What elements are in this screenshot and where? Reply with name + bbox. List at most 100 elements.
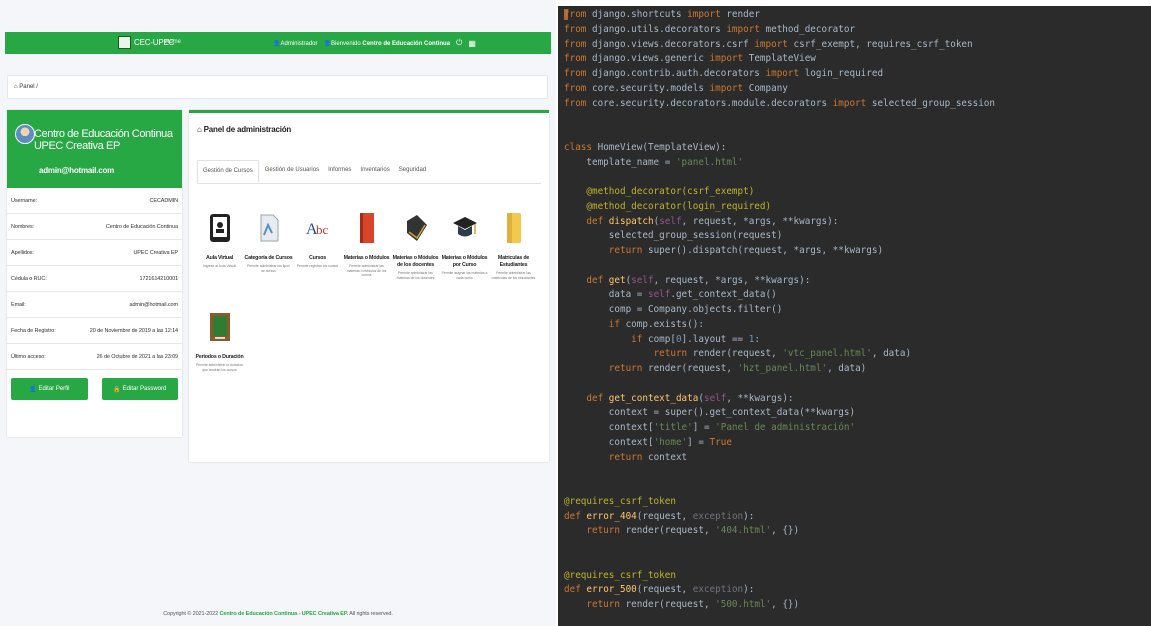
code-line[interactable]: def get(self, request, *args, **kwargs): — [564, 275, 810, 286]
code-line[interactable]: from core.security.decorators.module.dec… — [564, 98, 995, 109]
module-grid: Aula Virtual Ingrese al Aula Virtual Cat… — [195, 205, 543, 372]
code-line[interactable]: from core.security.models import Company — [564, 83, 788, 94]
module-card[interactable]: Abc Cursos Permite registrar los cursos — [293, 205, 342, 280]
user-icon: 👤 — [29, 386, 37, 393]
tab-gestion-cursos[interactable]: Gestión de Cursos — [197, 160, 259, 183]
module-card[interactable]: Matriculas de Estudiantes Permite admini… — [489, 205, 538, 280]
info-row: Cédula o RUC: 1721614210001 — [7, 266, 182, 292]
avatar — [15, 124, 35, 144]
module-card[interactable]: Materias o Módulos por Curso Permite asi… — [440, 205, 489, 280]
info-value: CECADMIN — [149, 197, 178, 204]
info-value: admin@hotmail.com — [129, 301, 178, 308]
info-value: Centro de Educación Continua — [105, 223, 178, 230]
info-row: Último acceso: 26 de Octubre de 2021 a la… — [7, 344, 182, 370]
code-line[interactable]: return render(request, 'hzt_panel.html',… — [564, 363, 867, 374]
profile-email: admin@hotmail.com — [39, 166, 115, 175]
panel-tabs: Gestión de Cursos Gestión de Usuarios In… — [197, 160, 541, 184]
code-line[interactable]: return render(request, '404.html', {}) — [564, 525, 799, 536]
module-card[interactable]: Periodos o Duración Permite administrar … — [195, 304, 244, 372]
panel-title-text: Panel de administración — [203, 125, 292, 134]
code-line[interactable]: return render(request, 'vtc_panel.html',… — [564, 348, 912, 359]
code-line[interactable]: selected_group_session(request) — [564, 230, 783, 241]
module-title: Materias o Módulos — [343, 255, 390, 261]
code-line[interactable]: return super().dispatch(request, *args, … — [564, 245, 883, 256]
edit-profile-label: Editar Perfil — [38, 386, 70, 392]
panel-title: ⌂ Panel de administración — [197, 125, 291, 134]
info-label: Fecha de Registro: — [11, 327, 56, 334]
code-editor[interactable]: from django.shortcuts import render from … — [558, 6, 1151, 626]
profile-name: Centro de Educación Continua UPEC Creati… — [34, 128, 173, 152]
edit-profile-button[interactable]: 👤 Editar Perfil — [11, 378, 88, 400]
abc-icon: Abc — [293, 205, 342, 251]
footer: Copyright © 2021-2022 Centro de Educació… — [0, 611, 556, 617]
module-desc: Permite asignar las materias a cada curs… — [441, 271, 488, 280]
lock-icon: 🔒 — [113, 386, 121, 393]
tablet-icon — [195, 205, 244, 251]
info-row: Email: admin@hotmail.com — [7, 292, 182, 318]
code-line[interactable]: def error_500(request, exception): — [564, 584, 754, 595]
code-line[interactable]: @method_decorator(login_required) — [564, 201, 771, 212]
folder-icon — [489, 205, 538, 251]
module-desc: Permite registrar los cursos — [296, 264, 339, 268]
breadcrumb-label[interactable]: Panel / — [19, 84, 38, 90]
code-line[interactable]: from django.utils.decorators import meth… — [564, 24, 855, 35]
tab-seguridad[interactable]: Seguridad — [396, 160, 429, 183]
grid-icon[interactable]: ▦ — [468, 39, 476, 48]
module-card[interactable]: Aula Virtual Ingrese al Aula Virtual — [195, 205, 244, 280]
code-line[interactable]: data = self.get_context_data() — [564, 289, 777, 300]
code-line[interactable]: from django.shortcuts import render — [564, 9, 760, 20]
profile-actions: 👤 Editar Perfil 🔒 Editar Password — [7, 370, 182, 408]
code-line[interactable]: def dispatch(self, request, *args, **kwa… — [564, 216, 838, 227]
module-card[interactable]: Materias o Módulos de los docentes Permi… — [391, 205, 440, 280]
user-role[interactable]: 👤Administrador — [273, 40, 318, 47]
code-line[interactable]: from django.views.generic import Templat… — [564, 53, 816, 64]
brand-logo-icon — [118, 36, 131, 49]
code-line[interactable]: from django.contrib.auth.decorators impo… — [564, 68, 883, 79]
info-label: Cédula o RUC: — [11, 275, 47, 282]
module-desc: Permite administrar las matriculas de lo… — [491, 271, 536, 280]
home-icon: ⌂ — [14, 84, 18, 90]
code-line[interactable]: comp = Company.objects.filter() — [564, 304, 783, 315]
code-line[interactable]: @requires_csrf_token — [564, 570, 676, 581]
code-line[interactable]: return context — [564, 452, 687, 463]
module-title: Materias o Módulos por Curso — [441, 255, 488, 268]
info-row: Fecha de Registro: 20 de Noviembre de 201… — [7, 318, 182, 344]
books-icon — [391, 205, 440, 251]
module-title: Categoría de Cursos — [244, 255, 293, 261]
nav-right: 👤Administrador 👤Bienvenido Centro de Edu… — [273, 38, 476, 48]
code-line[interactable]: if comp.exists(): — [564, 319, 704, 330]
admin-panel: ⌂ Panel de administración Gestión de Cur… — [189, 110, 549, 462]
info-value: UPEC Creativa EP — [133, 249, 178, 256]
web-app-screenshot: CEC-UPEC Home 👤Administrador 👤Bienvenido… — [0, 0, 556, 626]
nav-home-link[interactable]: Home — [165, 39, 181, 45]
code-line[interactable]: @requires_csrf_token — [564, 496, 676, 507]
info-value: 1721614210001 — [139, 275, 179, 282]
code-line[interactable]: class HomeView(TemplateView): — [564, 142, 726, 153]
welcome-name: Centro de Educación Continua — [362, 40, 451, 47]
tab-informes[interactable]: Informes — [325, 160, 354, 183]
edit-password-button[interactable]: 🔒 Editar Password — [101, 378, 178, 400]
footer-org-link[interactable]: Centro de Educación Continua - UPEC Crea… — [219, 611, 348, 617]
welcome-user[interactable]: 👤Bienvenido Centro de Educación Continua — [324, 40, 451, 47]
code-line[interactable]: def error_404(request, exception): — [564, 511, 754, 522]
code-line[interactable]: context['home'] = True — [564, 437, 732, 448]
tab-gestion-usuarios[interactable]: Gestión de Usuarios — [262, 160, 322, 183]
code-line[interactable]: context = super().get_context_data(**kwa… — [564, 407, 855, 418]
module-title: Aula Virtual — [206, 255, 233, 261]
svg-text:bc: bc — [316, 222, 329, 237]
code-line[interactable]: def get_context_data(self, **kwargs): — [564, 393, 793, 404]
code-line[interactable]: context['title'] = 'Panel de administrac… — [564, 422, 855, 433]
module-card[interactable]: Materias o Módulos Permite administrar l… — [342, 205, 391, 280]
code-line[interactable]: return render(request, '500.html', {}) — [564, 599, 799, 610]
tab-inventarios[interactable]: Inventarios — [357, 160, 392, 183]
document-icon — [244, 205, 293, 251]
power-icon[interactable]: ⏻ — [456, 38, 462, 48]
module-desc: Permite administrar las materias o módul… — [346, 264, 387, 277]
info-label: Nombres: — [11, 223, 35, 230]
code-line[interactable]: from django.views.decorators.csrf import… — [564, 39, 973, 50]
module-card[interactable]: Categoría de Cursos Permite administrar … — [244, 205, 293, 280]
module-title: Cursos — [308, 255, 327, 261]
code-line[interactable]: @method_decorator(csrf_exempt) — [564, 186, 754, 197]
code-line[interactable]: if comp[0].layout == 1: — [564, 334, 760, 345]
code-line[interactable]: template_name = 'panel.html' — [564, 157, 743, 168]
